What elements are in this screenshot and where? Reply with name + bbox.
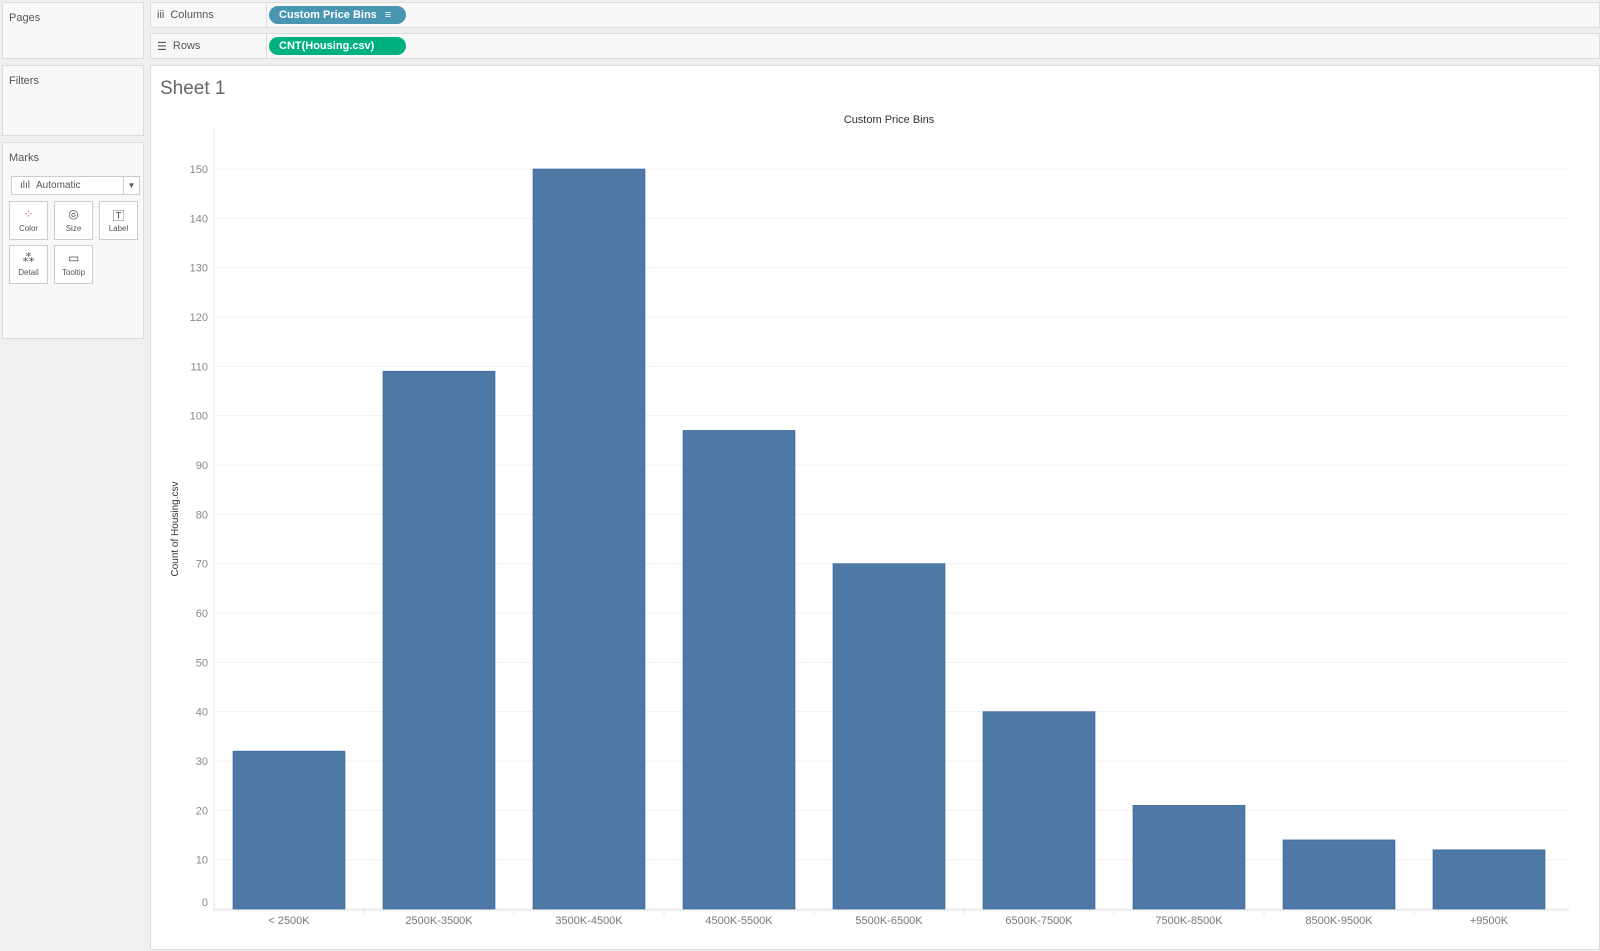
- bar: [532, 168, 646, 910]
- y-tick-label: 120: [190, 312, 208, 324]
- y-tick-label: 130: [190, 263, 208, 275]
- y-tick-label: 80: [196, 509, 208, 521]
- sheet-view: Sheet 1 0 10 20 30 40 50 60 70 80 90 100 110 120 130 1…: [150, 65, 1600, 950]
- label-card[interactable]: 🅃 Label: [99, 201, 138, 240]
- x-tick-label: 2500K-3500K: [405, 915, 473, 927]
- chart-title: Custom Price Bins: [844, 114, 935, 126]
- y-tick-label: 20: [196, 805, 208, 817]
- filters-title: Filters: [9, 75, 39, 87]
- rows-shelf[interactable]: ☰ Rows CNT(Housing.csv): [150, 33, 1600, 59]
- y-tick-label: 30: [196, 756, 208, 768]
- pill-label: CNT(Housing.csv): [279, 40, 375, 52]
- y-tick-label: 0: [202, 897, 208, 909]
- pages-title: Pages: [9, 12, 41, 24]
- detail-card[interactable]: ⁂ Detail: [9, 245, 48, 284]
- columns-icon: iii: [157, 9, 165, 21]
- chevron-down-icon: ▼: [123, 177, 139, 194]
- x-tick-label: 8500K-9500K: [1305, 915, 1373, 927]
- y-tick-label: 110: [190, 361, 208, 373]
- card-label: Tooltip: [61, 268, 86, 277]
- y-tick-label: 90: [196, 460, 208, 472]
- size-card[interactable]: ◎ Size: [54, 201, 93, 240]
- detail-icon: ⁂: [22, 251, 35, 265]
- card-label: Detail: [18, 268, 39, 277]
- pill-label: Custom Price Bins: [279, 9, 377, 21]
- filters-panel[interactable]: Filters: [2, 65, 144, 136]
- label-icon: 🅃: [112, 209, 125, 223]
- y-tick-label: 70: [196, 559, 208, 571]
- bar: [832, 563, 946, 910]
- x-tick-label: 6500K-7500K: [1005, 915, 1073, 927]
- card-label: Color: [18, 224, 39, 233]
- columns-label: Columns: [170, 9, 214, 21]
- bar-chart: 0 10 20 30 40 50 60 70 80 90 100 110 120 130 140 150 Cus…: [170, 114, 1569, 927]
- x-tick-label: +9500K: [1470, 915, 1509, 927]
- y-tick-label: 140: [190, 213, 208, 225]
- rows-pill[interactable]: CNT(Housing.csv): [269, 37, 406, 55]
- y-tick-label: 50: [196, 657, 208, 669]
- color-card[interactable]: ⁘ Color: [9, 201, 48, 240]
- bar: [1432, 849, 1546, 910]
- rows-label: Rows: [172, 40, 201, 52]
- x-tick-label: 3500K-4500K: [555, 915, 623, 927]
- x-tick-label: 5500K-6500K: [855, 915, 923, 927]
- marks-title: Marks: [9, 152, 39, 164]
- x-tick-label: 7500K-8500K: [1155, 915, 1223, 927]
- y-tick-label: 100: [190, 411, 208, 423]
- bar: [1132, 805, 1246, 910]
- y-tick-label: 40: [196, 707, 208, 719]
- mark-type-value: Automatic: [36, 180, 81, 191]
- bar: [1282, 839, 1396, 910]
- y-axis-title: Count of Housing.csv: [170, 481, 181, 576]
- tooltip-icon: ▭: [67, 251, 80, 265]
- bar: [682, 430, 796, 910]
- x-tick-label: 4500K-5500K: [705, 915, 773, 927]
- marks-panel: Marks ılıl Automatic ▼ ⁘ Color ◎ Size 🅃 Label…: [2, 142, 144, 339]
- rows-icon: ☰: [157, 40, 167, 53]
- pages-panel[interactable]: Pages: [2, 2, 144, 59]
- mark-type-dropdown[interactable]: ılıl Automatic ▼: [11, 176, 140, 195]
- columns-shelf[interactable]: iii Columns Custom Price Bins ≡: [150, 2, 1600, 28]
- sort-icon: ≡: [384, 9, 392, 21]
- bar: [382, 370, 496, 910]
- color-icon: ⁘: [23, 207, 34, 221]
- y-tick-label: 60: [196, 608, 208, 620]
- card-label: Label: [108, 224, 129, 233]
- bar: [982, 711, 1096, 910]
- x-tick-label: < 2500K: [268, 915, 310, 927]
- card-label: Size: [65, 224, 82, 233]
- bar: [232, 750, 346, 910]
- size-icon: ◎: [68, 207, 79, 221]
- bar-chart-icon: ılıl: [20, 180, 30, 191]
- tooltip-card[interactable]: ▭ Tooltip: [54, 245, 93, 284]
- columns-pill[interactable]: Custom Price Bins ≡: [269, 6, 406, 24]
- y-tick-label: 150: [190, 164, 208, 176]
- y-tick-label: 10: [196, 855, 208, 867]
